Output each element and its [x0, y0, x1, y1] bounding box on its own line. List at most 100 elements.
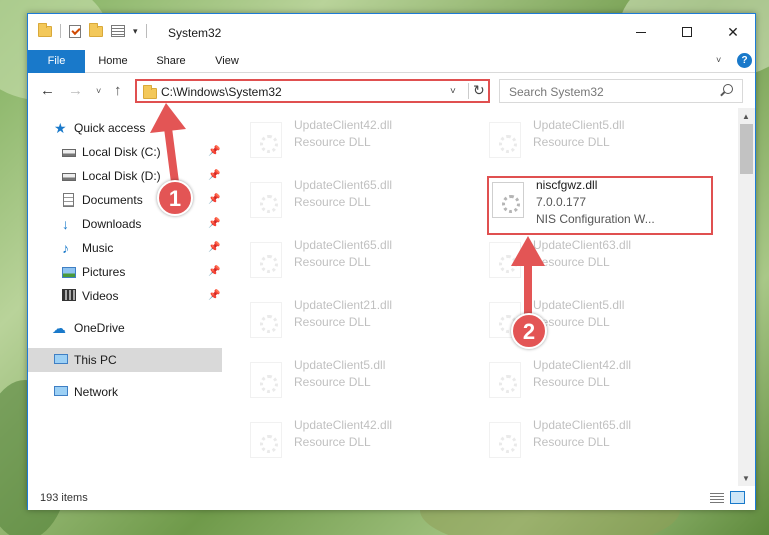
- file-item[interactable]: UpdateClient42.dll Resource DLL: [483, 354, 713, 410]
- details-view-icon[interactable]: [710, 493, 724, 504]
- sidebar-item-label: Pictures: [82, 265, 126, 279]
- customize-toolbar-chevron-icon[interactable]: ▾: [133, 26, 138, 37]
- music-icon: ♪: [62, 240, 69, 256]
- sidebar-item-local-disk-c[interactable]: Local Disk (C:) 📌: [28, 140, 222, 164]
- sidebar-item-local-disk-d[interactable]: Local Disk (D:) 📌: [28, 164, 222, 188]
- sidebar-item-documents[interactable]: Documents 📌: [28, 188, 222, 212]
- file-item[interactable]: UpdateClient65.dll Resource DLL: [244, 234, 474, 290]
- search-input[interactable]: Search System32: [509, 85, 604, 99]
- close-button[interactable]: ✕: [710, 14, 756, 50]
- expand-ribbon-chevron-icon[interactable]: ˅: [716, 55, 721, 65]
- this-pc-icon: [54, 354, 68, 364]
- dll-file-icon: [250, 122, 282, 158]
- item-count: 193 items: [40, 492, 88, 504]
- scroll-down-icon[interactable]: ▼: [742, 474, 750, 483]
- tab-home[interactable]: Home: [88, 50, 138, 73]
- file-item[interactable]: UpdateClient65.dll Resource DLL: [244, 174, 474, 230]
- file-description: Resource DLL: [294, 135, 371, 149]
- minimize-button[interactable]: [618, 14, 664, 50]
- file-name: UpdateClient5.dll: [533, 118, 625, 132]
- up-arrow-icon[interactable]: ↑: [114, 82, 122, 99]
- file-description: Resource DLL: [294, 195, 371, 209]
- dll-file-icon: [489, 242, 521, 278]
- title-bar: ▾ System32 ✕: [28, 14, 755, 50]
- sidebar-item-label: Documents: [82, 193, 143, 207]
- file-description: Resource DLL: [533, 375, 610, 389]
- sidebar-item-quick-access[interactable]: ★ Quick access: [28, 116, 222, 140]
- sidebar-item-pictures[interactable]: Pictures 📌: [28, 260, 222, 284]
- address-dropdown-chevron-icon[interactable]: ˅: [450, 86, 456, 97]
- sidebar-item-downloads[interactable]: ↓ Downloads 📌: [28, 212, 222, 236]
- pin-icon[interactable]: 📌: [208, 188, 220, 212]
- file-name: UpdateClient21.dll: [294, 298, 393, 312]
- file-item[interactable]: UpdateClient21.dll Resource DLL: [244, 294, 474, 350]
- videos-icon: [62, 289, 76, 301]
- tab-view[interactable]: View: [204, 50, 250, 73]
- onedrive-icon: ☁: [52, 320, 66, 336]
- sidebar-item-videos[interactable]: Videos 📌: [28, 284, 222, 308]
- search-icon[interactable]: [723, 84, 733, 94]
- dll-file-icon: [489, 422, 521, 458]
- address-path[interactable]: C:\Windows\System32: [161, 85, 282, 99]
- sidebar-item-network[interactable]: Network: [28, 380, 222, 404]
- file-item[interactable]: UpdateClient65.dll Resource DLL: [483, 414, 713, 470]
- help-icon[interactable]: ?: [737, 53, 752, 68]
- pin-icon[interactable]: 📌: [208, 212, 220, 236]
- tiles-view-icon[interactable]: [730, 491, 745, 504]
- new-folder-icon[interactable]: [89, 22, 103, 37]
- file-name: UpdateClient65.dll: [294, 178, 393, 192]
- toolbar-divider: [145, 24, 147, 38]
- quick-access-toolbar: ▾: [38, 22, 147, 38]
- dll-file-icon: [250, 362, 282, 398]
- scroll-up-icon[interactable]: ▲: [742, 112, 750, 121]
- dll-file-icon: [489, 122, 521, 158]
- window-title: System32: [168, 26, 222, 40]
- dll-file-icon: [250, 242, 282, 278]
- folder-icon: [38, 22, 52, 37]
- view-details-toolbar-icon[interactable]: [111, 25, 125, 37]
- sidebar-item-music[interactable]: ♪ Music 📌: [28, 236, 222, 260]
- file-name: UpdateClient63.dll: [533, 238, 632, 252]
- pin-icon[interactable]: 📌: [208, 236, 220, 260]
- file-item[interactable]: UpdateClient5.dll Resource DLL: [483, 114, 713, 170]
- toolbar-divider: [60, 24, 61, 38]
- sidebar-item-onedrive[interactable]: ☁ OneDrive: [28, 316, 222, 340]
- file-item[interactable]: UpdateClient63.dll Resource DLL: [483, 234, 713, 290]
- sidebar-item-label: Local Disk (D:): [82, 169, 161, 183]
- network-icon: [54, 386, 68, 396]
- recent-locations-chevron-icon[interactable]: ˅: [96, 86, 101, 96]
- tab-file[interactable]: File: [28, 50, 85, 73]
- scrollbar-thumb[interactable]: [740, 124, 753, 174]
- ribbon-tabs: File Home Share View ˅ ?: [28, 50, 755, 73]
- back-arrow-icon[interactable]: ←: [40, 82, 55, 99]
- close-icon: ✕: [727, 23, 739, 40]
- vertical-scrollbar[interactable]: ▲ ▼: [738, 108, 755, 486]
- file-name: UpdateClient65.dll: [294, 238, 393, 252]
- file-item[interactable]: UpdateClient42.dll Resource DLL: [244, 114, 474, 170]
- properties-check-icon[interactable]: [69, 24, 81, 38]
- maximize-button[interactable]: [664, 14, 710, 50]
- refresh-icon[interactable]: ↻: [473, 82, 485, 99]
- file-description: Resource DLL: [294, 435, 371, 449]
- sidebar-item-this-pc[interactable]: This PC: [28, 348, 222, 372]
- search-box[interactable]: Search System32: [499, 79, 743, 103]
- file-description: Resource DLL: [294, 315, 371, 329]
- pin-icon[interactable]: 📌: [208, 260, 220, 284]
- dll-file-icon: [250, 182, 282, 218]
- sidebar-item-label: Downloads: [82, 217, 142, 231]
- navigation-pane: ★ Quick access Local Disk (C:) 📌 Local D…: [28, 114, 222, 486]
- file-item[interactable]: UpdateClient5.dll Resource DLL: [244, 354, 474, 410]
- dll-file-icon: [489, 362, 521, 398]
- address-bar[interactable]: C:\Windows\System32 ˅ ↻: [135, 79, 490, 103]
- forward-arrow-icon[interactable]: →: [68, 82, 83, 99]
- file-item[interactable]: UpdateClient42.dll Resource DLL: [244, 414, 474, 470]
- pin-icon[interactable]: 📌: [208, 140, 220, 164]
- status-bar: 193 items: [28, 487, 755, 510]
- pin-icon[interactable]: 📌: [208, 164, 220, 188]
- tab-share[interactable]: Share: [146, 50, 196, 73]
- file-name: UpdateClient5.dll: [533, 298, 625, 312]
- pin-icon[interactable]: 📌: [208, 284, 220, 308]
- folder-icon: [143, 85, 157, 99]
- maximize-icon: [682, 27, 692, 37]
- file-description: Resource DLL: [294, 375, 371, 389]
